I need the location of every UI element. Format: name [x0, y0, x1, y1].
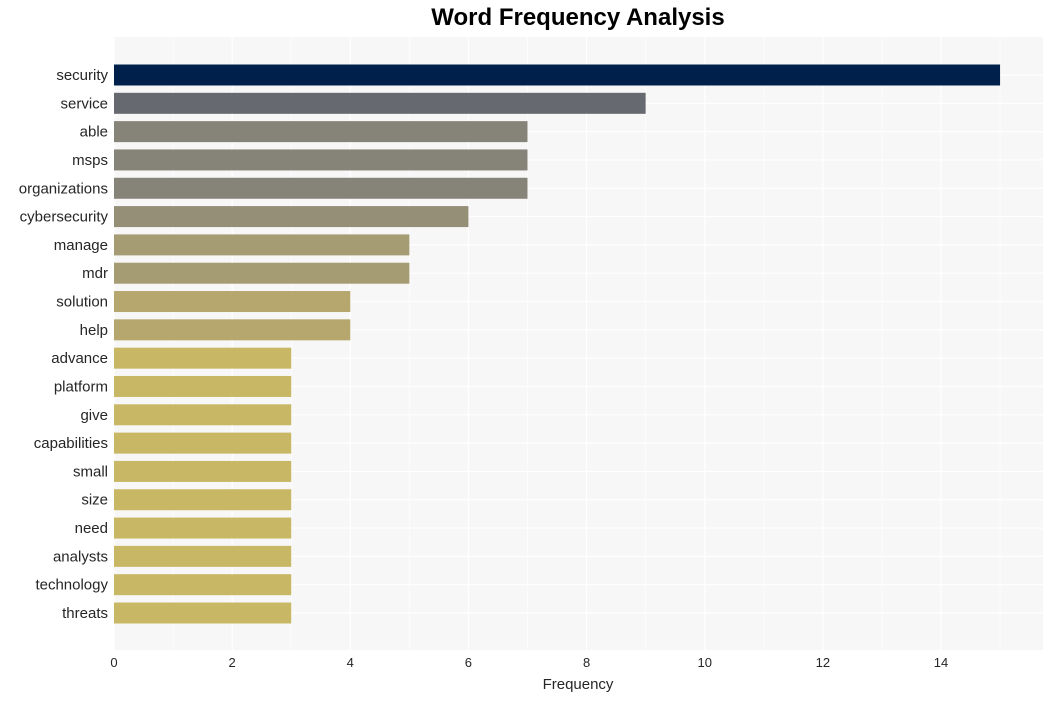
- x-axis-title: Frequency: [543, 676, 614, 693]
- y-label-msps: msps: [72, 152, 108, 169]
- y-label-manage: manage: [54, 237, 108, 254]
- y-axis-labels: security service able msps organizations cybe…: [19, 67, 109, 622]
- y-label-help: help: [80, 322, 108, 339]
- bar-analysts: [114, 545, 292, 567]
- bar-size: [114, 489, 292, 511]
- bar-manage: [114, 234, 410, 256]
- bar-msps: [114, 149, 528, 171]
- y-label-platform: platform: [54, 378, 108, 395]
- y-label-advance: advance: [51, 350, 108, 367]
- bar-solution: [114, 291, 351, 313]
- bar-threats: [114, 602, 292, 624]
- y-label-able: able: [80, 124, 108, 141]
- bar-chart: security service able msps organizations cybe…: [19, 37, 1043, 693]
- bar-service: [114, 92, 646, 114]
- bar-platform: [114, 375, 292, 397]
- y-label-organizations: organizations: [19, 180, 108, 197]
- x-axis-ticks: 0 2 4 6 8 10 12 14: [110, 655, 948, 670]
- y-label-small: small: [73, 463, 108, 480]
- y-label-need: need: [75, 520, 108, 537]
- bar-capabilities: [114, 432, 292, 454]
- bar-advance: [114, 347, 292, 369]
- x-tick-label: 8: [583, 655, 590, 670]
- x-tick-label: 12: [816, 655, 830, 670]
- bar-give: [114, 404, 292, 426]
- bar-able: [114, 121, 528, 143]
- bar-small: [114, 460, 292, 482]
- y-label-give: give: [80, 407, 108, 424]
- y-label-service: service: [60, 95, 108, 112]
- y-label-technology: technology: [35, 577, 108, 594]
- bar-security: [114, 64, 1001, 86]
- y-label-analysts: analysts: [53, 548, 108, 565]
- x-tick-label: 0: [110, 655, 117, 670]
- y-label-mdr: mdr: [82, 265, 108, 282]
- bar-technology: [114, 574, 292, 596]
- x-tick-label: 6: [465, 655, 472, 670]
- x-tick-label: 2: [229, 655, 236, 670]
- y-label-threats: threats: [62, 605, 108, 622]
- bar-need: [114, 517, 292, 539]
- y-label-size: size: [81, 492, 108, 509]
- bar-cybersecurity: [114, 206, 469, 228]
- x-tick-label: 10: [697, 655, 711, 670]
- y-label-solution: solution: [56, 294, 108, 311]
- x-tick-label: 4: [347, 655, 354, 670]
- y-label-capabilities: capabilities: [34, 435, 108, 452]
- x-tick-label: 14: [934, 655, 948, 670]
- bar-mdr: [114, 262, 410, 284]
- y-label-cybersecurity: cybersecurity: [20, 209, 109, 226]
- bar-organizations: [114, 177, 528, 199]
- bar-help: [114, 319, 351, 341]
- y-label-security: security: [56, 67, 108, 84]
